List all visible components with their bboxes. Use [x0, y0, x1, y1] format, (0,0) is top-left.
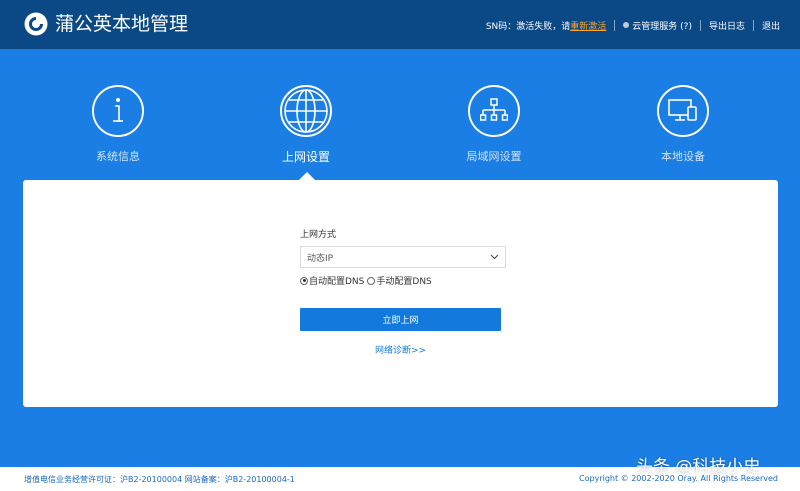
- radio-label: 自动配置DNS: [309, 277, 365, 287]
- reactivate-link[interactable]: 重新激活: [570, 19, 606, 32]
- radio-label: 手动配置DNS: [376, 277, 432, 287]
- cloud-service-link[interactable]: 云管理服务 (?): [632, 19, 692, 32]
- sn-status-text: SN码：激活失败，请: [485, 21, 571, 32]
- settings-panel: 上网方式 动态IP 自动配置DNS 手动配置DNS 立即上网 网络诊断>>: [23, 180, 778, 407]
- license-text: 增值电信业务经营许可证：沪B2-20100004 网站备案：沪B2-201000…: [24, 475, 295, 484]
- nav-system-info[interactable]: 系统信息: [58, 85, 178, 164]
- status-dot-icon: [623, 22, 630, 28]
- logout-link[interactable]: 退出: [762, 19, 780, 32]
- dns-radio-group: 自动配置DNS 手动配置DNS: [300, 274, 500, 287]
- internet-form: 上网方式 动态IP 自动配置DNS 手动配置DNS: [300, 227, 506, 287]
- nav-lan-settings[interactable]: 局域网设置: [434, 85, 554, 164]
- nav-label: 局域网设置: [466, 150, 522, 163]
- network-diagnose-link[interactable]: 网络诊断>>: [300, 343, 501, 356]
- nav-label: 本地设备: [661, 150, 705, 163]
- connection-type-label: 上网方式: [300, 230, 337, 240]
- oray-logo-icon: [24, 12, 48, 36]
- chevron-down-icon: [490, 254, 499, 260]
- info-icon: [92, 85, 144, 137]
- top-nav: SN码：激活失败，请 重新激活 云管理服务 (?) 导出日志 退出: [486, 17, 780, 33]
- devices-icon: [657, 85, 709, 137]
- divider: [699, 19, 701, 31]
- radio-unchecked-icon: [367, 276, 376, 285]
- main-area: 系统信息 上网设置 局域网设置 本地设备 上网方式 动态IP 自动配置DNS 手…: [0, 49, 800, 467]
- network-tree-icon: [468, 85, 520, 137]
- connection-type-select[interactable]: 动态IP: [300, 246, 506, 268]
- nav-internet-settings[interactable]: 上网设置: [246, 85, 366, 165]
- top-bar: 蒲公英本地管理 SN码：激活失败，请 重新激活 云管理服务 (?) 导出日志 退出: [0, 0, 800, 49]
- divider: [614, 19, 616, 31]
- radio-checked-icon: [300, 276, 308, 285]
- nav-local-devices[interactable]: 本地设备: [623, 85, 743, 164]
- globe-icon: [280, 85, 332, 137]
- watermark: 头条 @科技小史: [636, 457, 761, 477]
- app-title: 蒲公英本地管理: [55, 13, 189, 35]
- nav-label: 系统信息: [96, 150, 140, 163]
- manual-dns-radio[interactable]: 手动配置DNS: [367, 274, 432, 287]
- divider: [752, 19, 754, 31]
- auto-dns-radio[interactable]: 自动配置DNS: [300, 274, 364, 287]
- export-log-link[interactable]: 导出日志: [709, 19, 745, 32]
- connect-now-button[interactable]: 立即上网: [300, 308, 501, 331]
- select-value: 动态IP: [307, 253, 334, 264]
- nav-label: 上网设置: [281, 150, 330, 164]
